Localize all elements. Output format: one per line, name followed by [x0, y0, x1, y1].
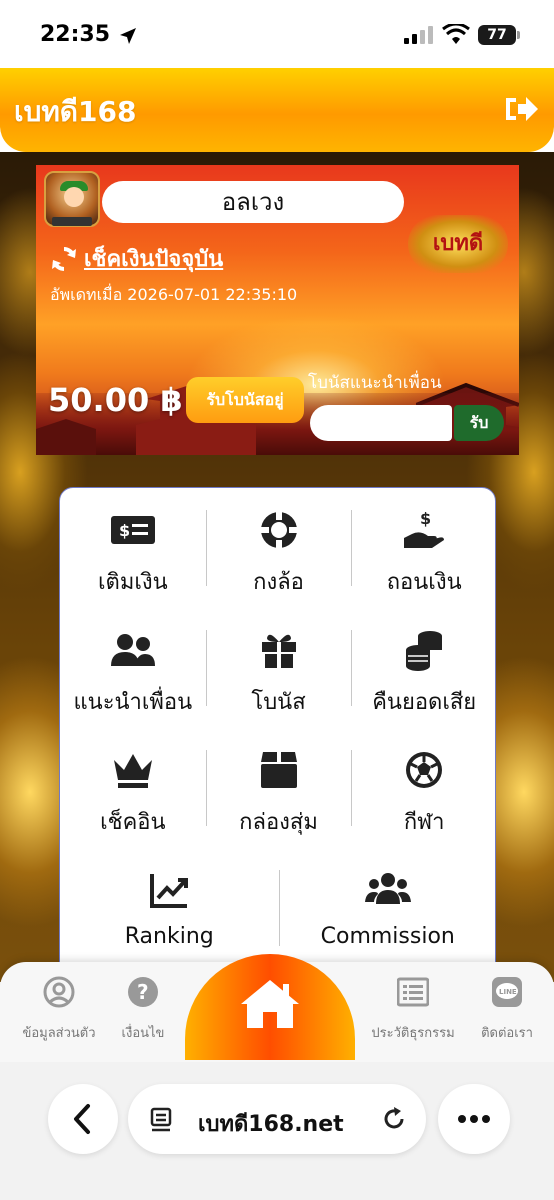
- referral-input[interactable]: [310, 405, 452, 441]
- menu-withdraw[interactable]: $ ถอนเงิน: [351, 488, 497, 608]
- avatar[interactable]: [44, 171, 100, 227]
- balance-amount: 50.00 ฿: [48, 381, 183, 419]
- menu-random-box[interactable]: กล่องสุ่ม: [205, 728, 352, 848]
- menu-label: Ranking: [124, 924, 214, 949]
- menu-commission[interactable]: Commission: [278, 848, 498, 968]
- ellipsis-icon: [458, 1115, 490, 1123]
- menu-row: $ เติมเงิน กงล้อ $ ถอนเงิน: [60, 488, 497, 608]
- referral-bonus-label: โบนัสแนะนำเพื่อน: [308, 373, 442, 393]
- logout-icon[interactable]: [502, 92, 540, 126]
- menu-ranking[interactable]: Ranking: [60, 848, 279, 968]
- menu-label: คืนยอดเสีย: [372, 690, 477, 715]
- menu-deposit[interactable]: $ เติมเงิน: [60, 488, 206, 608]
- updated-timestamp: อัพเดทเมื่อ 2026-07-01 22:35:10: [50, 283, 297, 308]
- menu-label: กีฬา: [403, 810, 445, 835]
- location-arrow-icon: [120, 28, 136, 44]
- coins-icon: [406, 631, 443, 671]
- claim-referral-button[interactable]: รับ: [454, 405, 504, 441]
- menu-label: โบนัส: [251, 690, 306, 715]
- menu-grid: $ เติมเงิน กงล้อ $ ถอนเงิน แนะนำเพื่อน โ…: [59, 487, 496, 977]
- hand-dollar-icon: $: [404, 509, 445, 548]
- line-icon: LINE: [492, 977, 522, 1007]
- menu-label: กล่องสุ่ม: [239, 810, 318, 835]
- brand-logo: เบทดี: [408, 215, 508, 273]
- menu-bonus[interactable]: โบนัส: [205, 608, 352, 728]
- page-icon: [150, 1107, 172, 1132]
- reload-icon[interactable]: [380, 1105, 408, 1133]
- soccer-ball-icon: [406, 752, 443, 788]
- svg-text:LINE: LINE: [499, 988, 517, 996]
- menu-wheel[interactable]: กงล้อ: [205, 488, 352, 608]
- menu-row: Ranking Commission: [60, 848, 497, 968]
- users-icon: [110, 634, 155, 666]
- menu-label: เติมเงิน: [98, 570, 168, 595]
- svg-text:$: $: [119, 521, 130, 540]
- money-bill-icon: $: [110, 516, 155, 544]
- gift-icon: [261, 634, 296, 668]
- back-button[interactable]: [48, 1084, 118, 1154]
- svg-text:?: ?: [137, 980, 149, 1004]
- nav-label: เงื่อนไข: [121, 1026, 165, 1041]
- menu-label: เช็คอิน: [100, 810, 166, 835]
- updated-time: 2026-07-01 22:35:10: [127, 285, 298, 304]
- url-text: เบทดี168.net: [198, 1112, 344, 1137]
- svg-text:$: $: [420, 509, 431, 528]
- home-icon: [241, 980, 299, 1028]
- app-header: เบทดี168: [0, 68, 554, 152]
- battery-indicator: 77: [478, 25, 516, 45]
- updated-label: อัพเดทเมื่อ: [50, 285, 123, 304]
- question-circle-icon: ?: [128, 977, 158, 1007]
- browser-toolbar: เบทดี168.net: [0, 1062, 554, 1200]
- avatar-face: [64, 187, 84, 207]
- menu-checkin[interactable]: เช็คอิน: [60, 728, 206, 848]
- nav-label: ติดต่อเรา: [481, 1026, 533, 1041]
- menu-label: แนะนำเพื่อน: [73, 690, 193, 715]
- chevron-left-icon: [74, 1104, 90, 1134]
- box-icon: [260, 752, 297, 788]
- bottom-nav: ข้อมูลส่วนตัว ? เงื่อนไข ประวัติธุรกรรม: [0, 954, 554, 1062]
- receive-bonus-button[interactable]: รับโบนัสอยู่: [186, 377, 304, 423]
- status-bar: 22:35 77: [0, 0, 554, 68]
- wheel-icon: [260, 512, 297, 548]
- username-display: อลเวง: [102, 181, 404, 223]
- menu-label: ถอนเงิน: [386, 570, 462, 595]
- wifi-icon: [442, 24, 470, 44]
- signal-icon: [404, 26, 433, 44]
- check-balance-label: เช็คเงินปัจจุบัน: [84, 247, 224, 272]
- menu-sports[interactable]: กีฬา: [351, 728, 497, 848]
- avatar-level-tag: [52, 217, 92, 226]
- nav-home-button[interactable]: [185, 954, 355, 1060]
- chart-line-icon: [150, 874, 189, 908]
- menu-label: กงล้อ: [253, 570, 304, 595]
- users-group-icon: [364, 873, 411, 904]
- menu-refer-friend[interactable]: แนะนำเพื่อน: [60, 608, 206, 728]
- menu-cashback[interactable]: คืนยอดเสีย: [351, 608, 497, 728]
- address-bar[interactable]: เบทดี168.net: [128, 1084, 426, 1154]
- more-options-button[interactable]: [438, 1084, 510, 1154]
- refresh-icon: [52, 246, 76, 271]
- menu-label: Commission: [320, 924, 455, 949]
- battery-nub: [517, 31, 520, 39]
- list-icon: [397, 977, 429, 1007]
- check-balance-button[interactable]: เช็คเงินปัจจุบัน: [50, 241, 223, 276]
- menu-row: แนะนำเพื่อน โบนัส คืนยอดเสีย: [60, 608, 497, 728]
- menu-row: เช็คอิน กล่องสุ่ม กีฬา: [60, 728, 497, 848]
- balance-banner: อลเวง เบทดี เช็คเงินปัจจุบัน อัพเดทเมื่อ…: [36, 165, 519, 455]
- app-title: เบทดี168: [14, 95, 137, 128]
- crown-icon: [113, 754, 152, 788]
- status-time: 22:35: [40, 22, 111, 47]
- user-circle-icon: [43, 976, 75, 1008]
